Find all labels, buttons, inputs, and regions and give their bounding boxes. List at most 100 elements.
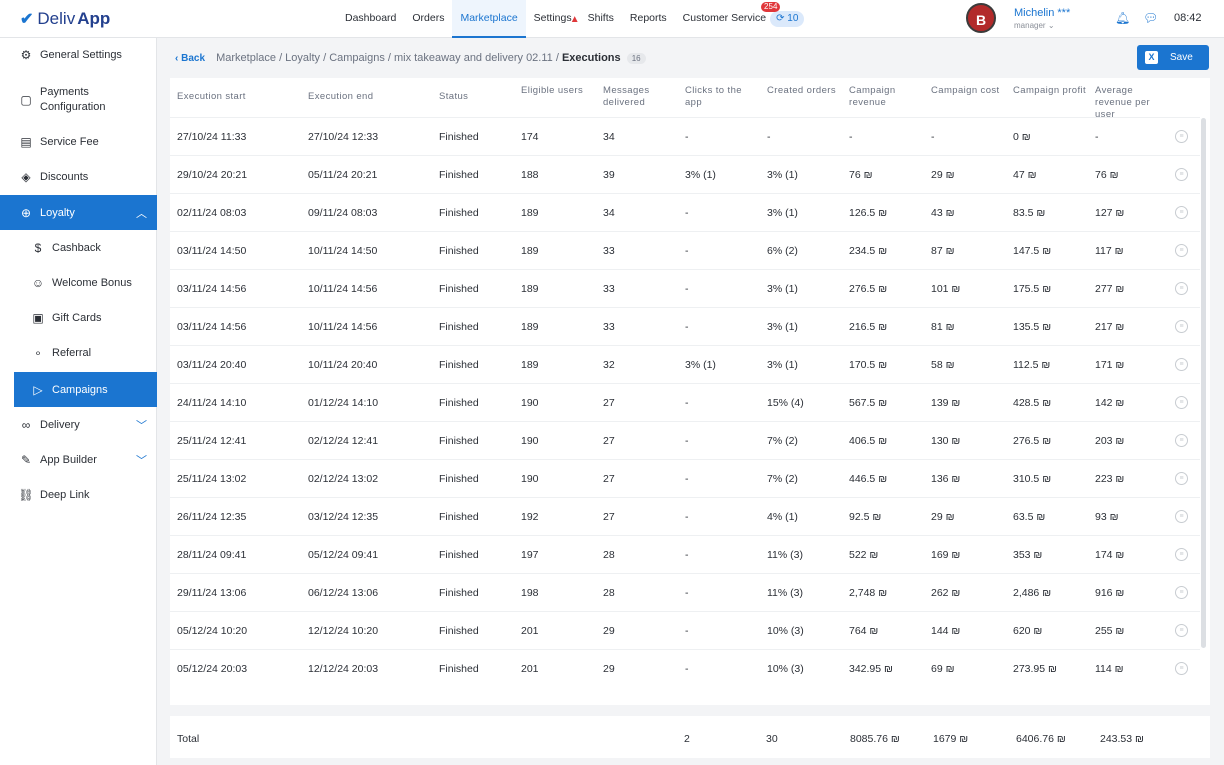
table-row[interactable]: 05/12/24 10:20 12/12/24 10:20 Finished 201 2… <box>170 611 1200 649</box>
cs-count-badge: 254 <box>761 2 781 12</box>
bell-icon[interactable]: 🔔︎ <box>1115 11 1130 25</box>
avatar: B <box>966 3 996 33</box>
row-details-icon[interactable]: ≡ <box>1175 624 1188 637</box>
row-details-icon[interactable]: ≡ <box>1175 244 1188 257</box>
sidebar-item-loyalty[interactable]: ⊕ Loyalty ︿ <box>0 195 157 230</box>
table-row[interactable]: 24/11/24 14:10 01/12/24 14:10 Finished 190 2… <box>170 383 1200 421</box>
table-cell: 174 ₪ <box>1095 549 1125 561</box>
table-cell: 27 <box>603 473 615 485</box>
back-button[interactable]: ‹ Back <box>175 53 205 64</box>
tag-icon: ◈ <box>21 170 31 184</box>
table-cell: 28 <box>603 587 615 599</box>
breadcrumb-path[interactable]: Marketplace / Loyalty / Campaigns / mix … <box>216 52 559 64</box>
table-row[interactable]: 29/10/24 20:21 05/11/24 20:21 Finished 188 3… <box>170 155 1200 193</box>
table-row[interactable]: 25/11/24 12:41 02/12/24 12:41 Finished 190 2… <box>170 421 1200 459</box>
chevron-down-icon: ﹀ <box>136 455 147 467</box>
app-logo[interactable]: ✔ Deliv App <box>20 9 110 29</box>
table-cell: 81 ₪ <box>931 321 955 333</box>
table-cell: 3% (1) <box>767 359 798 371</box>
row-details-icon[interactable]: ≡ <box>1175 396 1188 409</box>
table-cell: 33 <box>603 245 615 257</box>
table-cell: 02/11/24 08:03 <box>177 207 247 219</box>
row-details-icon[interactable]: ≡ <box>1175 168 1188 181</box>
table-cell: - <box>1095 131 1099 143</box>
table-cell: 29 <box>603 625 615 637</box>
user-menu[interactable]: B Michelin *** manager ⌄ <box>966 3 1070 33</box>
column-header: Average revenue per user <box>1095 85 1151 120</box>
row-details-icon[interactable]: ≡ <box>1175 358 1188 371</box>
row-details-icon[interactable]: ≡ <box>1175 434 1188 447</box>
sidebar-item-gift-cards[interactable]: ▣ Gift Cards <box>0 306 157 330</box>
row-details-icon[interactable]: ≡ <box>1175 206 1188 219</box>
table-cell: 10/11/24 14:50 <box>308 245 378 257</box>
table-row[interactable]: 29/11/24 13:06 06/12/24 13:06 Finished 198 2… <box>170 573 1200 611</box>
table-cell: 32 <box>603 359 615 371</box>
table-cell: 03/12/24 12:35 <box>308 511 379 523</box>
table-cell: - <box>685 207 689 219</box>
row-details-icon[interactable]: ≡ <box>1175 586 1188 599</box>
sidebar-item-referral[interactable]: ∘ Referral <box>0 341 157 365</box>
column-header: Created orders <box>767 85 836 96</box>
table-cell: 198 <box>521 587 539 599</box>
totals-row: Total 2 30 8085.76 ₪ 1679 ₪ 6406.76 ₪ 24… <box>170 716 1210 758</box>
table-cell: 26/11/24 12:35 <box>177 511 247 523</box>
nav-customer-service[interactable]: Customer Service 254 ⟳ 10 <box>675 0 813 38</box>
row-details-icon[interactable]: ≡ <box>1175 548 1188 561</box>
table-cell: - <box>767 131 771 143</box>
totals-profit: 6406.76 ₪ <box>1016 733 1066 745</box>
cs-queue-pill[interactable]: ⟳ 10 <box>770 11 805 27</box>
row-details-icon[interactable]: ≡ <box>1175 320 1188 333</box>
table-row[interactable]: 02/11/24 08:03 09/11/24 08:03 Finished 189 3… <box>170 193 1200 231</box>
table-row[interactable]: 05/12/24 20:03 12/12/24 20:03 Finished 201 2… <box>170 649 1200 687</box>
table-row[interactable]: 03/11/24 20:40 10/11/24 20:40 Finished 189 3… <box>170 345 1200 383</box>
sidebar-item-payments[interactable]: ▢ Payments Configuration <box>0 82 157 118</box>
row-details-icon[interactable]: ≡ <box>1175 510 1188 523</box>
nav-marketplace[interactable]: Marketplace <box>452 0 526 38</box>
table-cell: Finished <box>439 169 479 181</box>
sidebar-item-campaigns[interactable]: ▷ Campaigns <box>14 372 157 407</box>
row-details-icon[interactable]: ≡ <box>1175 282 1188 295</box>
save-button[interactable]: X Save <box>1137 45 1209 70</box>
table-cell: 09/11/24 08:03 <box>308 207 378 219</box>
table-cell: 69 ₪ <box>931 663 955 675</box>
table-header: Execution start Execution end Status Eligib… <box>170 78 1210 120</box>
sidebar-item-service-fee[interactable]: ▤ Service Fee <box>0 130 157 154</box>
table-cell: 175.5 ₪ <box>1013 283 1052 295</box>
nav-settings[interactable]: Settings ▲ <box>526 0 580 38</box>
sidebar-item-deep-link[interactable]: ⛓ Deep Link <box>0 483 157 507</box>
chat-icon[interactable]: 💬︎ <box>1143 11 1158 25</box>
sidebar-item-discounts[interactable]: ◈ Discounts <box>0 165 157 189</box>
table-cell: 11% (3) <box>767 587 803 599</box>
nav-settings-label: Settings <box>533 12 572 24</box>
table-row[interactable]: 03/11/24 14:56 10/11/24 14:56 Finished 189 3… <box>170 307 1200 345</box>
nav-orders[interactable]: Orders <box>404 0 452 38</box>
sidebar: ⚙ General Settings ▢ Payments Configuratio… <box>0 38 157 765</box>
table-row[interactable]: 28/11/24 09:41 05/12/24 09:41 Finished 197 2… <box>170 535 1200 573</box>
table-cell: 142 ₪ <box>1095 397 1125 409</box>
row-details-icon[interactable]: ≡ <box>1175 130 1188 143</box>
sidebar-item-welcome-bonus[interactable]: ☺ Welcome Bonus <box>0 271 157 295</box>
totals-cost: 1679 ₪ <box>933 733 969 745</box>
table-row[interactable]: 03/11/24 14:50 10/11/24 14:50 Finished 189 3… <box>170 231 1200 269</box>
sidebar-item-app-builder[interactable]: ✎ App Builder ﹀ <box>0 448 157 472</box>
table-row[interactable]: 03/11/24 14:56 10/11/24 14:56 Finished 189 3… <box>170 269 1200 307</box>
table-cell: 2,486 ₪ <box>1013 587 1052 599</box>
nav-shifts[interactable]: Shifts <box>580 0 622 38</box>
sidebar-item-delivery[interactable]: ∞ Delivery ﹀ <box>0 413 157 437</box>
column-header: Eligible users <box>521 85 584 96</box>
chevron-down-icon: ⌄ <box>1047 20 1055 30</box>
row-details-icon[interactable]: ≡ <box>1175 662 1188 675</box>
table-cell: - <box>931 131 935 143</box>
user-name: Michelin *** <box>1014 6 1071 19</box>
row-details-icon[interactable]: ≡ <box>1175 472 1188 485</box>
table-row[interactable]: 25/11/24 13:02 02/12/24 13:02 Finished 190 2… <box>170 459 1200 497</box>
table-cell: 234.5 ₪ <box>849 245 888 257</box>
nav-dashboard[interactable]: Dashboard <box>337 0 404 38</box>
sidebar-item-cashback[interactable]: $ Cashback <box>0 236 157 260</box>
table-row[interactable]: 27/10/24 11:33 27/10/24 12:33 Finished 174 3… <box>170 117 1200 155</box>
table-row[interactable]: 26/11/24 12:35 03/12/24 12:35 Finished 192 2… <box>170 497 1200 535</box>
nav-reports[interactable]: Reports <box>622 0 675 38</box>
table-cell: 620 ₪ <box>1013 625 1043 637</box>
scrollbar[interactable] <box>1201 118 1206 648</box>
sidebar-item-general-settings[interactable]: ⚙ General Settings <box>0 43 157 67</box>
